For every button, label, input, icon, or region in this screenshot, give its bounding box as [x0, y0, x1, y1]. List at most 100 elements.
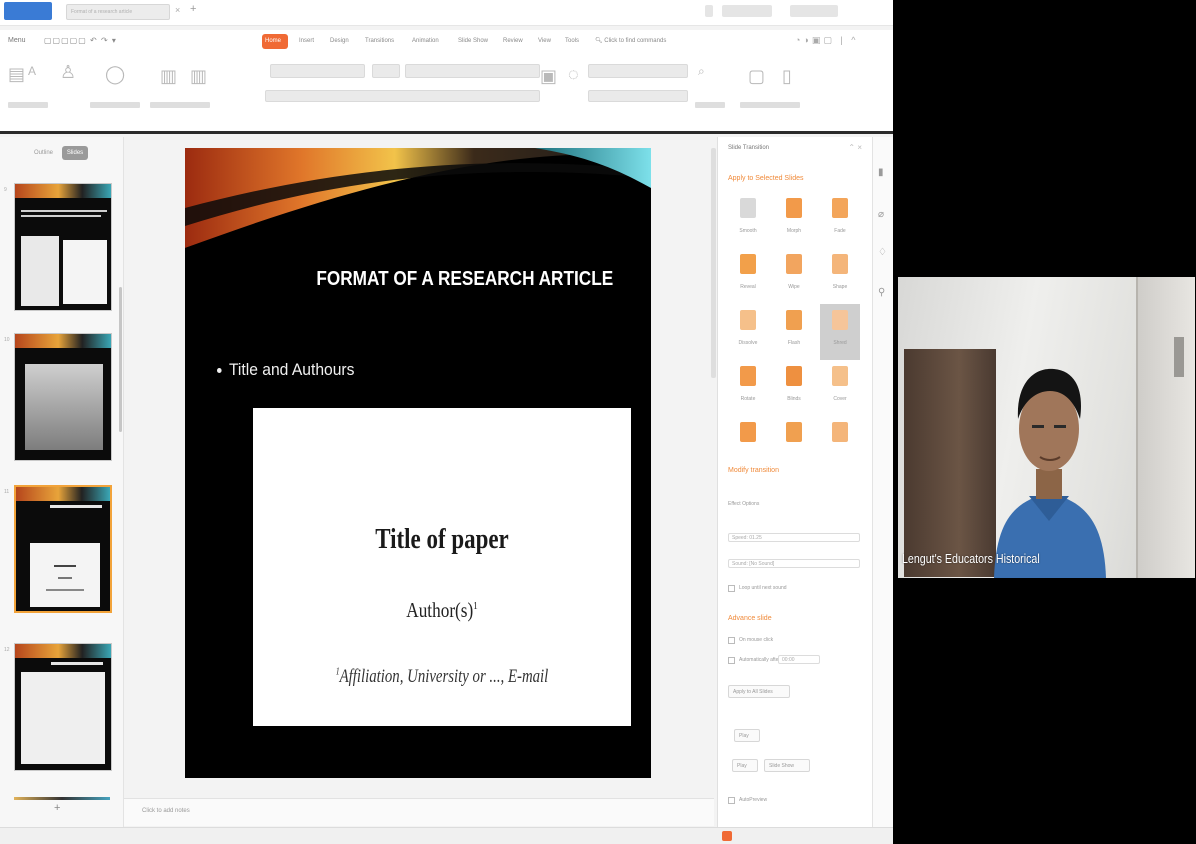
slide-thumbnail[interactable] — [14, 643, 112, 771]
window-controls[interactable] — [790, 5, 838, 17]
transition-option-label: Shape — [832, 284, 848, 290]
menu-right-icons[interactable]: ◔◑▣▢ | ^ — [795, 35, 858, 46]
transition-effect-icon — [740, 254, 756, 274]
transition-pane-icon[interactable]: ▮ — [878, 167, 884, 178]
modify-transition-label: Modify transition — [728, 467, 779, 474]
app-logo-tab[interactable] — [4, 2, 52, 20]
ribbon-toolbar: ▤ A ♙ ◯ ▥ ▥ ▣ ◌ ⌕ ▢ ▯ — [0, 54, 893, 134]
quick-access-toolbar[interactable]: ▢▢▢▢▢ ↶ ↷ ▾ — [44, 36, 117, 45]
slide-thumbnail-pane: Outline Slides 9 10 11 12 + — [0, 137, 124, 827]
user-icon[interactable] — [705, 5, 713, 17]
transition-option[interactable] — [728, 416, 768, 472]
menu-animation[interactable]: Animation — [412, 38, 439, 44]
clipboard-icon[interactable]: ♙ — [60, 62, 76, 83]
menu-transitions[interactable]: Transitions — [365, 38, 394, 44]
text-box-icon[interactable]: ▣ — [540, 66, 557, 87]
formatting-buttons[interactable] — [265, 90, 540, 102]
slide-number: 9 — [4, 187, 7, 193]
font-size-select[interactable] — [372, 64, 400, 78]
sound-select[interactable]: Sound: [No Sound] — [728, 559, 860, 568]
auto-checkbox[interactable] — [728, 657, 735, 664]
paste-icon[interactable]: ▤ — [8, 64, 25, 85]
close-tab-icon[interactable]: × — [175, 5, 180, 15]
autopreview-checkbox[interactable] — [728, 797, 735, 804]
transition-option[interactable]: Fade — [820, 192, 860, 248]
section-icon[interactable]: ▥ — [190, 66, 207, 87]
font-name-select[interactable] — [270, 64, 365, 78]
webcam-cabinet — [1136, 277, 1195, 578]
transition-option-label: Wipe — [788, 284, 800, 290]
slide-thumbnail-active[interactable] — [14, 485, 112, 613]
next-slide-thumbnail-edge[interactable] — [14, 797, 110, 800]
transition-option[interactable] — [820, 416, 860, 472]
slide-show-button[interactable]: Slide Show — [764, 759, 810, 772]
account-area[interactable] — [722, 5, 772, 17]
slide-bullet[interactable]: Title and Authours — [217, 360, 354, 380]
on-click-checkbox[interactable] — [728, 637, 735, 644]
transition-option[interactable]: Rotate — [728, 360, 768, 416]
paragraph-buttons[interactable] — [405, 64, 540, 78]
style-buttons[interactable] — [588, 90, 688, 102]
menu-tools[interactable]: Tools — [565, 38, 579, 44]
slides-tab[interactable]: Slides — [62, 146, 88, 160]
document-tab[interactable]: Format of a research article — [66, 4, 170, 20]
paper-format-image[interactable]: Title of paper Author(s)1 1Affiliation, … — [253, 408, 631, 726]
menu-insert[interactable]: Insert — [299, 38, 314, 44]
location-pane-icon[interactable]: ⚲ — [878, 287, 885, 298]
menu-slide-show[interactable]: Slide Show — [458, 38, 488, 44]
ribbon-label — [740, 102, 800, 108]
auto-time-input[interactable]: 00:00 — [778, 655, 820, 664]
transition-option[interactable]: Dissolve — [728, 304, 768, 360]
transition-option[interactable]: Morph — [774, 192, 814, 248]
menu-home[interactable]: Home — [265, 38, 281, 44]
transition-option[interactable]: Shred — [820, 304, 860, 360]
ribbon-label — [695, 102, 725, 108]
transition-effect-icon — [832, 422, 848, 442]
editor-scrollbar[interactable] — [711, 148, 716, 378]
loop-label: Loop until next sound — [739, 585, 787, 591]
task-pane-rail: ▮ ⌀ ♢ ⚲ — [872, 137, 893, 827]
main-menu[interactable]: Menu — [8, 37, 26, 44]
menu-view[interactable]: View — [538, 38, 551, 44]
menu-design[interactable]: Design — [330, 38, 349, 44]
select-icon[interactable]: ▢ — [748, 66, 765, 87]
slide-number: 11 — [4, 489, 10, 495]
new-slide-icon[interactable]: ◯ — [105, 64, 125, 85]
add-tab-icon[interactable]: + — [190, 3, 196, 15]
transition-option[interactable] — [774, 416, 814, 472]
find-icon[interactable]: ⌕ — [698, 64, 705, 79]
command-search[interactable]: 🔍︎ Click to find commands — [595, 37, 666, 44]
menu-review[interactable]: Review — [503, 38, 523, 44]
thumbnail-scrollbar[interactable] — [119, 287, 122, 432]
transition-option[interactable]: Wipe — [774, 248, 814, 304]
transition-option-label: Morph — [786, 228, 802, 234]
transition-option[interactable]: Shape — [820, 248, 860, 304]
animation-pane-icon[interactable]: ⌀ — [878, 209, 884, 220]
transition-option[interactable]: Smooth — [728, 192, 768, 248]
arrange-buttons[interactable] — [588, 64, 688, 78]
transition-option[interactable]: Reveal — [728, 248, 768, 304]
transition-option[interactable]: Flash — [774, 304, 814, 360]
apply-all-button[interactable]: Apply to All Slides — [728, 685, 790, 698]
outline-tab[interactable]: Outline — [34, 150, 53, 156]
panel-close-icon[interactable]: ⌃ × — [848, 143, 862, 152]
play-button[interactable]: Play — [734, 729, 760, 742]
slide-thumbnail[interactable] — [14, 333, 112, 461]
shape-pane-icon[interactable]: ♢ — [878, 247, 887, 258]
status-indicator-icon[interactable] — [722, 831, 732, 841]
settings-icon[interactable]: ▯ — [782, 66, 792, 87]
format-painter-icon[interactable]: A — [28, 64, 36, 78]
slide-thumbnail[interactable] — [14, 183, 112, 311]
speed-input[interactable]: Speed: 01.25 — [728, 533, 860, 542]
transition-option[interactable]: Cover — [820, 360, 860, 416]
slide-title[interactable]: FORMAT OF A RESEARCH ARTICLE — [316, 268, 613, 291]
transition-option-label: Dissolve — [738, 340, 758, 346]
transition-option[interactable]: Blinds — [774, 360, 814, 416]
play-small-button[interactable]: Play — [732, 759, 758, 772]
notes-pane[interactable]: Click to add notes — [124, 798, 714, 826]
loop-checkbox[interactable] — [728, 585, 735, 592]
add-slide-icon[interactable]: + — [54, 802, 60, 814]
layout-icon[interactable]: ▥ — [160, 66, 177, 87]
shapes-icon[interactable]: ◌ — [568, 64, 579, 85]
slide-canvas[interactable]: FORMAT OF A RESEARCH ARTICLE Title and A… — [185, 148, 651, 778]
